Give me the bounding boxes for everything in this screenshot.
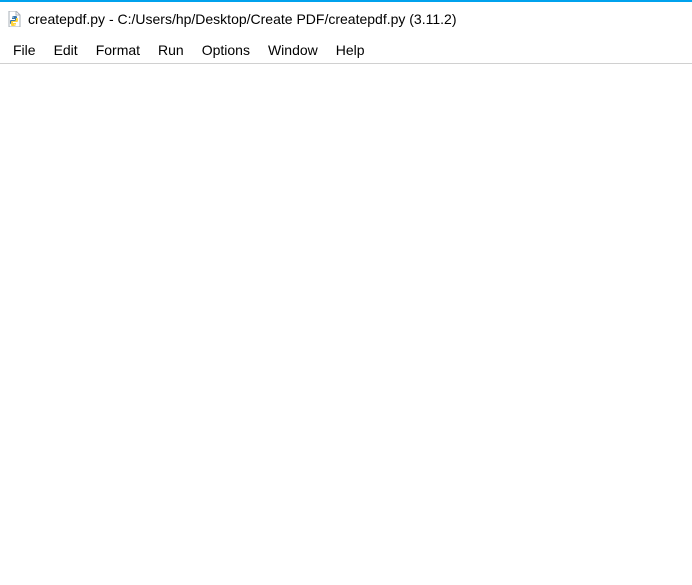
menu-window[interactable]: Window xyxy=(259,40,327,60)
menu-format[interactable]: Format xyxy=(87,40,149,60)
menu-help[interactable]: Help xyxy=(327,40,374,60)
menu-bar: File Edit Format Run Options Window Help xyxy=(0,36,692,64)
title-bar: createpdf.py - C:/Users/hp/Desktop/Creat… xyxy=(0,0,692,36)
menu-file[interactable]: File xyxy=(4,40,45,60)
menu-run[interactable]: Run xyxy=(149,40,193,60)
menu-options[interactable]: Options xyxy=(193,40,259,60)
window-title: createpdf.py - C:/Users/hp/Desktop/Creat… xyxy=(28,11,456,27)
editor-area[interactable] xyxy=(0,64,692,585)
python-file-icon xyxy=(6,11,22,27)
menu-edit[interactable]: Edit xyxy=(45,40,87,60)
